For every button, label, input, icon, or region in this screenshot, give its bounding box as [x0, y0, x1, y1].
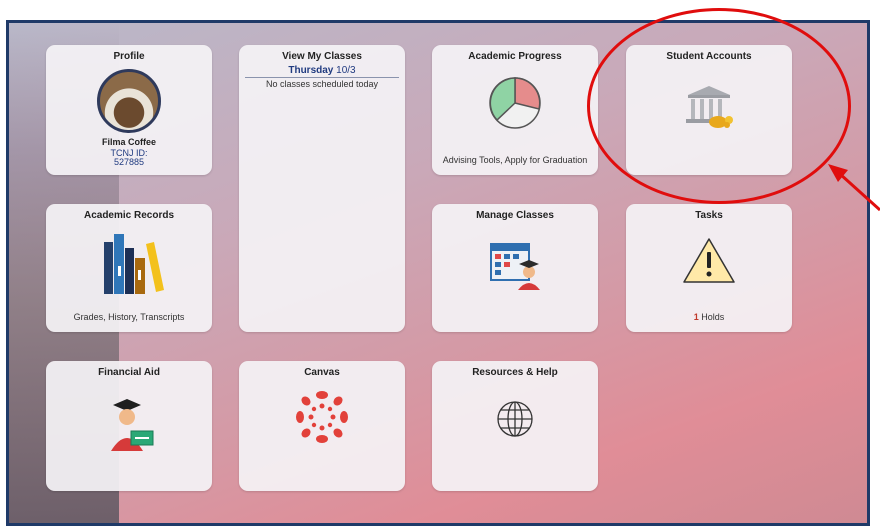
- annotation-arrow-icon: [828, 164, 880, 212]
